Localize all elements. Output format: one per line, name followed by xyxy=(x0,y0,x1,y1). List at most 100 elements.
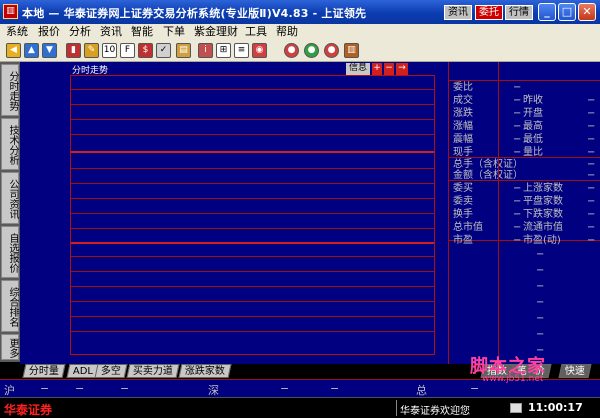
info-label: 委卖 xyxy=(453,196,473,207)
info-label-2: 上涨家数 xyxy=(523,183,563,194)
info-label-2: 开盘 xyxy=(523,108,543,119)
info-button[interactable]: 信息 xyxy=(346,63,370,75)
info-value: − xyxy=(513,196,522,207)
news-icon[interactable]: ≡ xyxy=(234,43,249,58)
info-value: − xyxy=(513,108,522,119)
info-row: 委卖 − 平盘家数 − xyxy=(449,196,600,208)
info-label-2: 昨收 xyxy=(523,95,543,106)
chart-area[interactable]: 分时走势 信息 + − → xyxy=(20,62,448,364)
menu-tools[interactable]: 工具 xyxy=(245,25,267,39)
info-label-2: 流通市值 xyxy=(523,222,563,233)
info-value-2: − xyxy=(587,209,596,220)
back-icon[interactable]: ◀ xyxy=(6,43,21,58)
next-button[interactable]: → xyxy=(396,63,408,75)
tab-kuaisu[interactable]: 快速 xyxy=(558,364,592,378)
info-value-2: − xyxy=(587,183,596,194)
home-icon[interactable]: ▲ xyxy=(24,43,39,58)
info-icon[interactable]: i xyxy=(198,43,213,58)
pencil-icon[interactable]: ✎ xyxy=(84,43,99,58)
tab-zhangdie[interactable]: 涨跌家数 xyxy=(178,364,232,378)
tab-zixuan[interactable]: 自选报价 xyxy=(1,226,19,278)
check-icon[interactable]: ✓ xyxy=(156,43,171,58)
menu-finance[interactable]: 紫金理财 xyxy=(194,25,238,39)
tab-gongsi[interactable]: 公司资讯 xyxy=(1,172,19,224)
tab-more[interactable]: 更多 xyxy=(1,334,19,360)
f10-icon[interactable]: 10 xyxy=(102,43,117,58)
info-row: 成交 − 昨收 − xyxy=(449,95,600,107)
zixun-button[interactable]: 资讯 xyxy=(444,5,472,20)
calc-icon[interactable]: ⊞ xyxy=(216,43,231,58)
scale-tick: − xyxy=(536,249,545,260)
info-value-2: − xyxy=(587,222,596,233)
doc-icon[interactable]: ▤ xyxy=(176,43,191,58)
info-label: 委比 xyxy=(453,82,473,93)
info-label: 成交 xyxy=(453,95,473,106)
chat-icon[interactable]: ● xyxy=(284,43,299,58)
sz-label: 深 xyxy=(208,384,219,397)
maximize-button[interactable]: □ xyxy=(558,3,576,21)
info-value-2: − xyxy=(587,134,596,145)
help-icon[interactable]: ● xyxy=(324,43,339,58)
scale-tick: − xyxy=(536,265,545,276)
close-button[interactable]: ✕ xyxy=(578,3,596,21)
stock-icon[interactable]: $ xyxy=(138,43,153,58)
info-value-2: − xyxy=(587,235,596,246)
info-value: − xyxy=(513,82,522,93)
chart-app-icon[interactable]: ▥ xyxy=(3,4,18,19)
zoom-out-button[interactable]: − xyxy=(384,63,394,75)
tab-zonghe[interactable]: 综合排名 xyxy=(1,280,19,332)
info-label: 委买 xyxy=(453,183,473,194)
zoom-in-button[interactable]: + xyxy=(372,63,382,75)
globe-icon[interactable]: ◉ xyxy=(252,43,267,58)
info-label: 现手 xyxy=(453,147,473,158)
tab-maimai[interactable]: 买卖力道 xyxy=(126,364,180,378)
menu-help[interactable]: 帮助 xyxy=(276,25,298,39)
kline-icon[interactable]: ▮ xyxy=(66,43,81,58)
info-row: 委比 − xyxy=(449,82,600,94)
info-value-2: − xyxy=(587,121,596,132)
menu-quote[interactable]: 报价 xyxy=(38,25,60,39)
left-tab-bar: 分时走势 技术分析 公司资讯 自选报价 综合排名 更多 xyxy=(0,62,20,362)
scale-tick: − xyxy=(536,313,545,324)
down-icon[interactable]: ▼ xyxy=(42,43,57,58)
hangqing-button[interactable]: 行情 xyxy=(505,5,533,20)
panel-divider xyxy=(498,62,499,364)
info-label: 换手 xyxy=(453,209,473,220)
title-bar: ▥ 本地 — 华泰证券网上证券交易分析系统(专业版Ⅱ)V4.83 - 上证领先 … xyxy=(0,0,600,24)
info-label-2: 市盈(动) xyxy=(523,235,561,246)
menu-info[interactable]: 资讯 xyxy=(100,25,122,39)
menu-order[interactable]: 下单 xyxy=(163,25,185,39)
menu-smart[interactable]: 智能 xyxy=(131,25,153,39)
info-label: 市盈 xyxy=(453,235,473,246)
book-icon[interactable]: ▥ xyxy=(344,43,359,58)
info-value: − xyxy=(513,121,522,132)
quote-info-panel: 委比 − 成交 − 昨收 − 涨跌 − 开盘 − 涨幅 − 最高 − 震幅 − 最低 − 现手 − 量比 − 总手（含权证）… xyxy=(448,62,600,364)
info-value: − xyxy=(513,235,522,246)
weituo-button[interactable]: 委托 xyxy=(475,5,503,20)
menu-bar: 系统 报价 分析 资讯 智能 下单 紫金理财 工具 帮助 xyxy=(0,24,600,40)
info-value: − xyxy=(513,209,522,220)
info-value: − xyxy=(513,147,522,158)
tab-fenshi[interactable]: 分时走势 xyxy=(1,64,19,116)
globe2-icon[interactable]: ● xyxy=(304,43,319,58)
scale-tick: − xyxy=(536,297,545,308)
chart-grid xyxy=(70,75,435,355)
info-row: 委买 − 上涨家数 − xyxy=(449,183,600,195)
info-value: − xyxy=(513,183,522,194)
tab-volume[interactable]: 分时量 xyxy=(22,364,66,378)
info-label: 震幅 xyxy=(453,134,473,145)
info-value: − xyxy=(513,134,522,145)
toolbar: ◀ ▲ ▼ ▮ ✎ 10 F $ ✓ ▤ i ⊞ ≡ ◉ ● ● ● ▥ xyxy=(0,40,600,62)
tray-icon[interactable] xyxy=(510,403,522,413)
tab-jishu[interactable]: 技术分析 xyxy=(1,118,19,170)
menu-system[interactable]: 系统 xyxy=(6,25,28,39)
f9-icon[interactable]: F xyxy=(120,43,135,58)
minimize-button[interactable]: _ xyxy=(538,3,556,21)
tab-duokong[interactable]: 多空 xyxy=(94,364,128,378)
scale-tick: − xyxy=(536,345,545,356)
info-row: 市盈 − 市盈(动) − xyxy=(449,235,600,247)
menu-analysis[interactable]: 分析 xyxy=(69,25,91,39)
scale-tick: − xyxy=(536,281,545,292)
sh-label: 沪 xyxy=(4,384,15,397)
info-row: 震幅 − 最低 − xyxy=(449,134,600,146)
